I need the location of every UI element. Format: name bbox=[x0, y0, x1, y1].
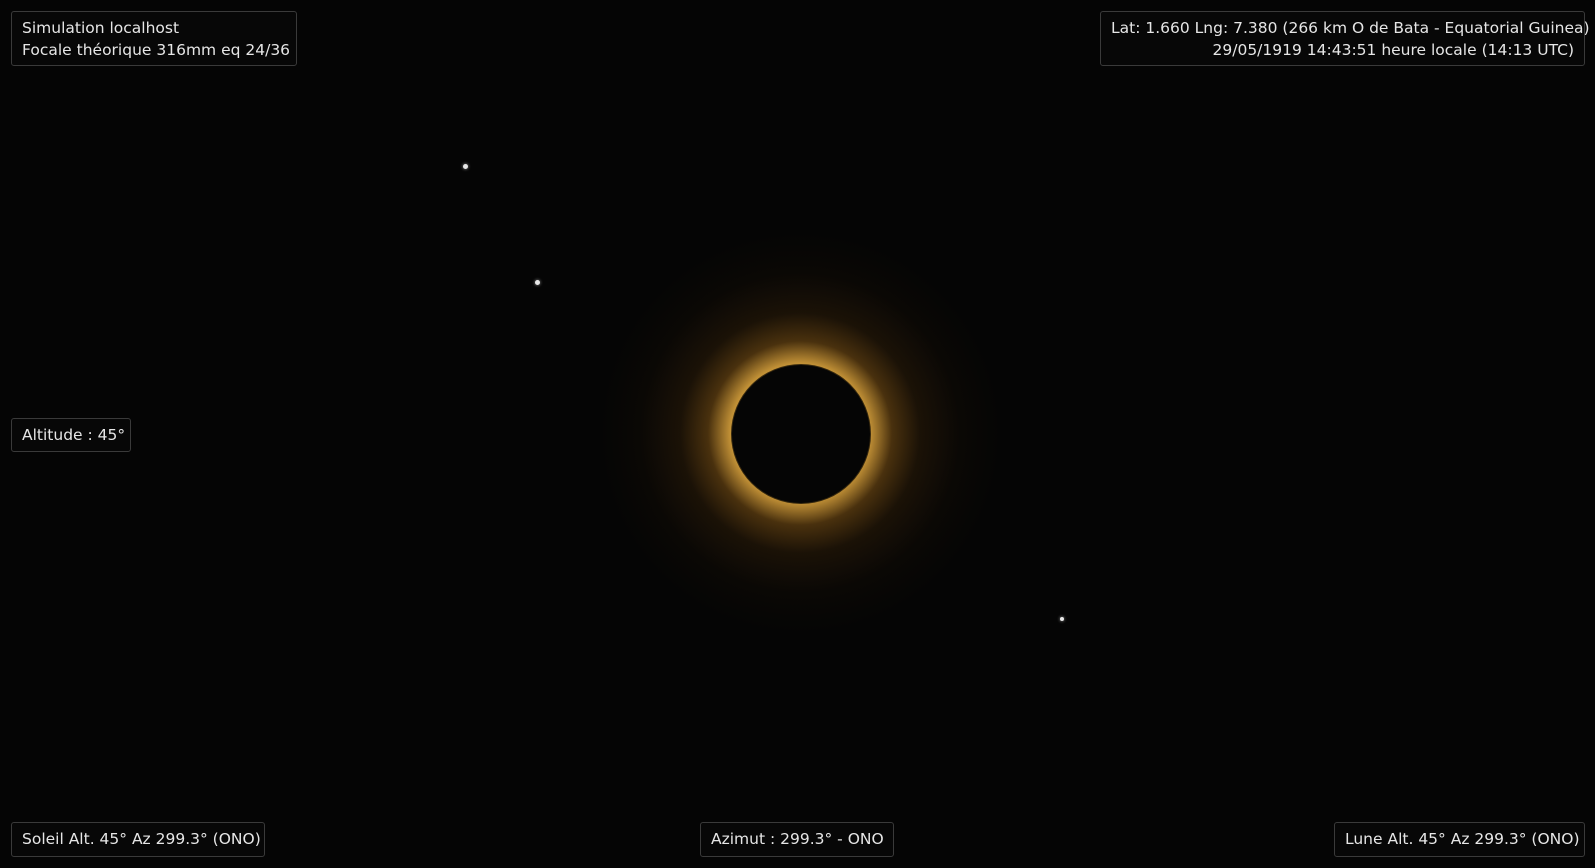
moon-disk bbox=[732, 365, 870, 503]
focal-length-text: Focale théorique 316mm eq 24/36 bbox=[22, 41, 291, 59]
star bbox=[463, 164, 468, 169]
sun-position-panel: Soleil Alt. 45° Az 299.3° (ONO) bbox=[11, 822, 265, 857]
location-text: Lat: 1.660 Lng: 7.380 (266 km O de Bata … bbox=[1111, 19, 1590, 37]
star bbox=[1060, 617, 1064, 621]
altitude-indicator: Altitude : 45° bbox=[11, 418, 131, 452]
sun-position-text: Soleil Alt. 45° Az 299.3° (ONO) bbox=[22, 830, 261, 848]
simulation-title: Simulation localhost bbox=[22, 19, 180, 37]
moon-position-panel: Lune Alt. 45° Az 299.3° (ONO) bbox=[1334, 822, 1585, 857]
simulation-info-panel: Simulation localhost Focale théorique 31… bbox=[11, 11, 297, 66]
azimuth-indicator: Azimut : 299.3° - ONO bbox=[700, 822, 894, 857]
azimuth-text: Azimut : 299.3° - ONO bbox=[711, 830, 884, 848]
altitude-text: Altitude : 45° bbox=[22, 426, 126, 444]
sky-view[interactable] bbox=[0, 0, 1595, 868]
star bbox=[535, 280, 540, 285]
location-time-panel: Lat: 1.660 Lng: 7.380 (266 km O de Bata … bbox=[1100, 11, 1590, 66]
datetime-text: 29/05/1919 14:43:51 heure locale (14:13 … bbox=[1212, 41, 1574, 59]
moon-position-text: Lune Alt. 45° Az 299.3° (ONO) bbox=[1345, 830, 1580, 848]
